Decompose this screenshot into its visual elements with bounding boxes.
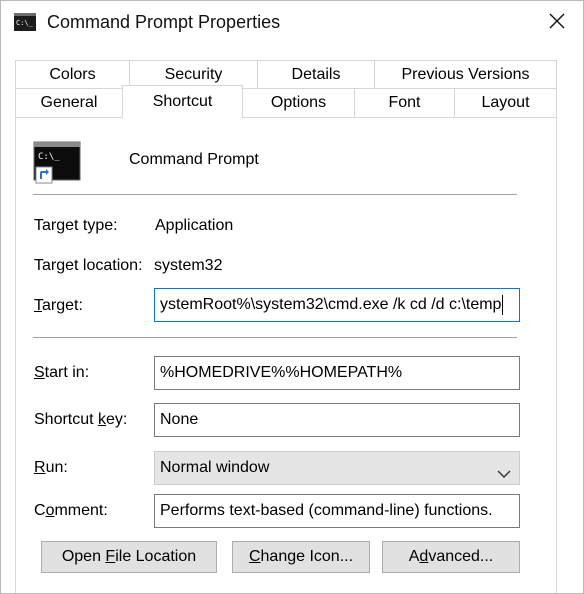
tab-previous-versions[interactable]: Previous Versions [374,60,557,89]
tab-layout[interactable]: Layout [454,88,557,118]
tab-label: Layout [481,94,530,111]
start-in-label: Start in: [34,364,90,381]
open-file-location-button[interactable]: Open File Location [41,541,217,573]
tab-colors[interactable]: Colors [15,60,130,89]
tab-label: Options [270,94,327,111]
tab-details[interactable]: Details [257,60,375,89]
chevron-down-icon [497,461,511,478]
svg-text:C:\_: C:\_ [38,152,60,162]
target-type-label: Target type: [34,217,118,234]
tab-shortcut[interactable]: Shortcut [122,85,243,118]
change-icon-button[interactable]: Change Icon... [232,541,370,573]
tab-label: General [40,94,98,111]
console-shortcut-icon: C:\_ [33,141,81,185]
tab-label: Colors [49,65,96,83]
cmd-icon: C:\_ [14,13,36,31]
tab-label: Security [164,65,223,83]
start-in-input[interactable]: %HOMEDRIVE%%HOMEPATH% [154,356,520,390]
shortcut-key-input[interactable]: None [154,403,520,437]
text-caret [502,294,504,315]
svg-text:C:\_: C:\_ [16,19,34,27]
comment-value: Performs text-based (command-line) funct… [160,502,493,519]
shortcut-name: Command Prompt [129,151,259,168]
window-title: Command Prompt Properties [47,12,281,32]
tab-label: Previous Versions [401,65,530,83]
close-button[interactable] [539,7,575,39]
button-label: Open File Location [61,548,197,565]
close-icon [548,12,566,35]
target-label: Target: [34,297,83,314]
start-in-value: %HOMEDRIVE%%HOMEPATH% [160,364,403,381]
tab-label: Shortcut [152,93,213,110]
tab-options[interactable]: Options [242,88,355,118]
target-type-value: Application [155,217,234,234]
target-location-value: system32 [154,257,223,274]
shortcut-key-value: None [160,411,199,428]
divider [33,337,517,338]
properties-window: C:\_ Command Prompt Properties Colors Se… [0,0,584,594]
shortcut-key-label: Shortcut key: [34,411,128,428]
run-label: Run: [34,459,68,476]
comment-label: Comment: [34,502,108,519]
comment-input[interactable]: Performs text-based (command-line) funct… [154,494,520,528]
tab-label: Details [291,65,341,83]
tab-label: Font [388,94,421,111]
target-input[interactable]: ystemRoot%\system32\cmd.exe /k cd /d c:\… [154,288,520,322]
tab-font[interactable]: Font [354,88,455,118]
title-bar: C:\_ Command Prompt Properties [1,1,583,47]
advanced-button[interactable]: Advanced... [382,541,520,573]
target-location-label: Target location: [34,257,143,274]
button-label: Change Icon... [248,548,354,565]
run-dropdown[interactable]: Normal window [154,451,520,485]
button-label: Advanced... [408,548,494,565]
tab-general[interactable]: General [15,88,123,118]
divider [33,194,517,195]
target-input-value: ystemRoot%\system32\cmd.exe /k cd /d c:\… [160,296,502,313]
run-dropdown-value: Normal window [160,459,270,476]
